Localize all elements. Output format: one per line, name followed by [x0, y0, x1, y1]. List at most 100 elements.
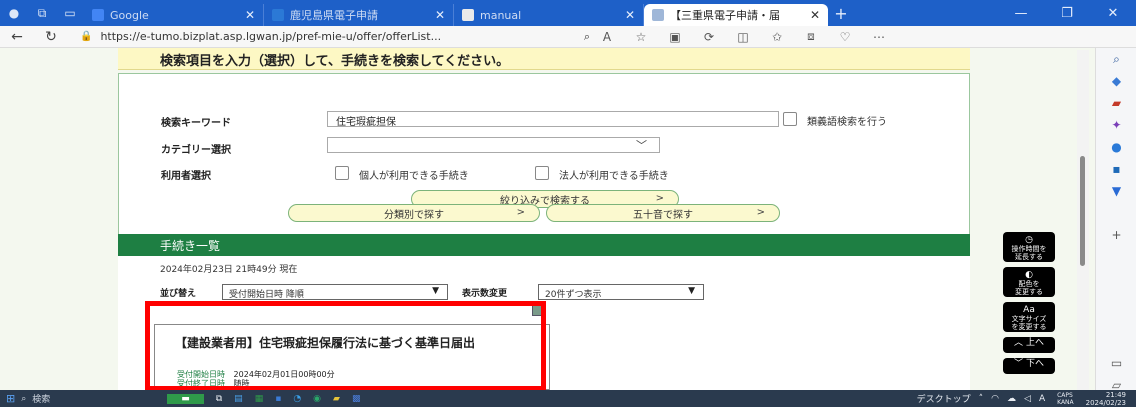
clock[interactable]: 21:49 2024/02/23: [1082, 391, 1130, 407]
drop-icon[interactable]: ▼: [1096, 180, 1136, 202]
edge-icon[interactable]: ◔: [293, 394, 301, 404]
browse-by-syllabary-button[interactable]: 五十音で探す >: [546, 204, 780, 222]
close-icon[interactable]: ✕: [429, 8, 445, 22]
split-screen-icon[interactable]: ◫: [726, 30, 760, 44]
taskbar-search[interactable]: ⌕ 検索: [21, 391, 161, 406]
add-icon[interactable]: +: [1096, 224, 1136, 246]
document-favicon-icon: [462, 9, 474, 21]
restore-icon[interactable]: ❐: [1044, 6, 1090, 21]
close-icon[interactable]: ✕: [619, 8, 635, 22]
close-window-icon[interactable]: ✕: [1090, 6, 1136, 21]
synonym-label: 類義語検索を行う: [807, 117, 887, 128]
explorer-icon[interactable]: ▤: [234, 394, 243, 404]
dropdown-arrow-icon: ▼: [432, 286, 439, 296]
dropdown-arrow-icon: ▼: [688, 286, 695, 296]
outlook-icon[interactable]: ▪: [1096, 158, 1136, 180]
sort-select[interactable]: 受付開始日時 降順 ▼: [222, 284, 448, 300]
folder-icon[interactable]: ▰: [333, 394, 340, 404]
lock-icon: 🔒: [80, 31, 93, 42]
change-text-size-button[interactable]: Aa 文字サイズ を変更する: [1003, 302, 1055, 332]
chevron-right-icon: >: [756, 207, 765, 218]
browser-tab-bar: ● ⧉ ▭ Google ✕ 鹿児島県電子申請 ✕ manual ✕ 【三重県電…: [0, 0, 1136, 26]
ime-indicator[interactable]: A: [1039, 394, 1045, 404]
volume-icon[interactable]: ◁: [1024, 394, 1031, 404]
profile-icon[interactable]: ●: [0, 0, 28, 26]
url-field[interactable]: 🔒 https://e-tumo.bizplat.asp.lgwan.jp/pr…: [80, 30, 590, 44]
task-view-icon[interactable]: ⧉: [216, 394, 222, 404]
change-color-button[interactable]: ◐ 配色を 変更する: [1003, 267, 1055, 297]
chevron-up-icon[interactable]: ˄: [979, 394, 984, 404]
tab-google[interactable]: Google ✕: [84, 4, 264, 26]
category-select[interactable]: ﹀: [327, 137, 660, 153]
user-type-label: 利用者選択: [161, 171, 211, 182]
tab-actions-icon[interactable]: ▭: [56, 0, 84, 26]
individual-checkbox[interactable]: [335, 166, 349, 180]
browse-by-category-button[interactable]: 分類別で探す >: [288, 204, 540, 222]
floating-tools: ◷ 操作時間を 延長する ◐ 配色を 変更する Aa 文字サイズ を変更する ︿…: [1003, 232, 1055, 379]
count-select[interactable]: 20件ずつ表示 ▼: [538, 284, 704, 300]
back-icon[interactable]: ←: [0, 29, 34, 45]
windows-taskbar: ⊞ ⌕ 検索 ▬ ⧉ ▤ ▦ ▪ ◔ ◉ ▰ ▩ デスクトップ ˄ ◠ ☁ ◁ …: [0, 390, 1136, 407]
tab-mie-active[interactable]: 【三重県電子申請・届 ✕: [644, 4, 828, 26]
page-scrollbar[interactable]: [1077, 50, 1089, 390]
site-favicon-icon: [272, 9, 284, 21]
outlook-icon[interactable]: ▪: [275, 394, 281, 404]
favorites-icon[interactable]: ✩: [760, 30, 794, 44]
copilot-icon[interactable]: ♡: [828, 30, 862, 44]
refresh-extension-icon[interactable]: ⟳: [692, 30, 726, 44]
start-icon[interactable]: ⊞: [6, 392, 15, 405]
news-widget-icon[interactable]: ▬: [167, 393, 204, 404]
keyword-input[interactable]: 住宅瑕疵担保: [327, 111, 779, 128]
synonym-checkbox[interactable]: [783, 112, 797, 126]
favorite-star-icon[interactable]: ☆: [624, 30, 658, 44]
cloud-icon[interactable]: ☁: [1007, 394, 1016, 404]
read-aloud-icon[interactable]: A: [590, 30, 624, 44]
chevron-right-icon: >: [655, 193, 664, 204]
chevron-down-icon: ﹀: [1014, 359, 1024, 369]
new-tab-icon[interactable]: +: [828, 4, 854, 23]
collections-icon[interactable]: ⧈: [794, 29, 828, 44]
extend-session-button[interactable]: ◷ 操作時間を 延長する: [1003, 232, 1055, 262]
scroll-down-button[interactable]: ﹀ 下へ: [1003, 358, 1055, 374]
search-panel: 検索キーワード 住宅瑕疵担保 類義語検索を行う カテゴリー選択 ﹀ 利用者選択 …: [118, 73, 970, 245]
network-icon[interactable]: ◠: [991, 394, 999, 404]
palette-icon: ◐: [1025, 270, 1033, 280]
browser-sidebar: ⌕ ◆ ▰ ✦ ● ▪ ▼ + ▭ ▱: [1095, 48, 1136, 392]
tools-icon[interactable]: ▰: [1096, 92, 1136, 114]
scroll-up-button[interactable]: ︿ 上へ: [1003, 337, 1055, 353]
search-header: 検索項目を入力（選択）して、手続きを検索してください。: [118, 48, 970, 70]
minimize-icon[interactable]: —: [998, 6, 1044, 21]
page-favicon-icon: [652, 9, 664, 21]
system-tray: デスクトップ ˄ ◠ ☁ ◁ A CAPS KANA 21:49 2024/02…: [913, 391, 1136, 407]
more-options-icon[interactable]: ⋯: [862, 30, 896, 44]
layout-icon[interactable]: ▭: [1096, 352, 1136, 374]
desktop-label[interactable]: デスクトップ: [917, 392, 971, 405]
extension-icon[interactable]: ▣: [658, 30, 692, 44]
tab-kagoshima[interactable]: 鹿児島県電子申請 ✕: [264, 4, 454, 26]
search-icon[interactable]: ⌕: [1096, 48, 1136, 70]
chevron-right-icon: >: [516, 207, 525, 218]
tab-manual[interactable]: manual ✕: [454, 4, 644, 26]
list-timestamp: 2024年02月23日 21時49分 現在: [160, 265, 298, 275]
excel-icon[interactable]: ▦: [255, 394, 264, 404]
close-icon[interactable]: ✕: [804, 8, 820, 22]
google-favicon-icon: [92, 9, 104, 21]
tag-icon[interactable]: ◆: [1096, 70, 1136, 92]
word-icon[interactable]: ▩: [352, 394, 361, 404]
people-icon[interactable]: ✦: [1096, 114, 1136, 136]
games-icon[interactable]: ●: [1096, 136, 1136, 158]
scrollbar-thumb[interactable]: [1080, 156, 1085, 266]
refresh-icon[interactable]: ↻: [34, 29, 68, 45]
clock-icon: ◷: [1025, 235, 1033, 245]
close-icon[interactable]: ✕: [239, 8, 255, 22]
procedure-list-title: 手続き一覧: [160, 239, 221, 253]
chrome-icon[interactable]: ◉: [313, 394, 321, 404]
procedure-list-header: 手続き一覧: [118, 234, 970, 256]
text-size-icon: Aa: [1023, 305, 1035, 315]
search-icon: ⌕: [21, 393, 27, 404]
count-label: 表示数変更: [462, 289, 508, 299]
corporate-checkbox[interactable]: [535, 166, 549, 180]
workspaces-icon[interactable]: ⧉: [28, 0, 56, 26]
chevron-down-icon: ﹀: [636, 139, 647, 152]
address-bar: ← ↻ 🔒 https://e-tumo.bizplat.asp.lgwan.j…: [0, 26, 1136, 48]
